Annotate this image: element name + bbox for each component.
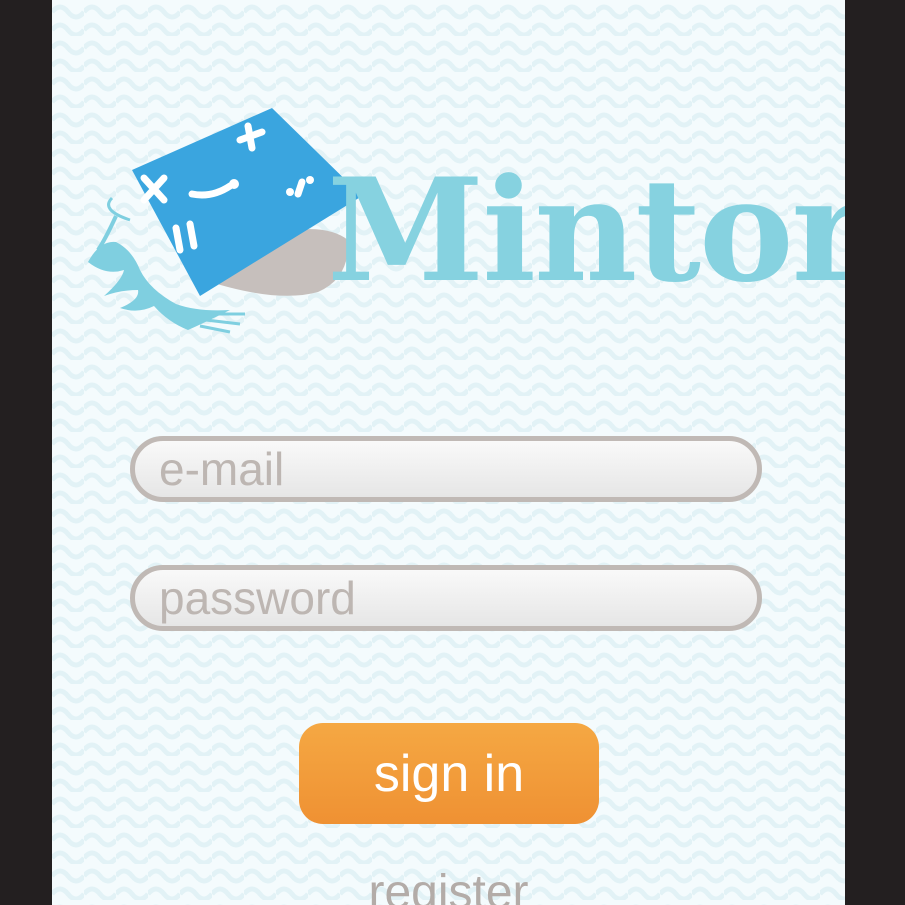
brand-name: Mintor: [327, 148, 845, 314]
register-link[interactable]: register: [52, 865, 845, 905]
sign-in-button[interactable]: sign in: [299, 723, 599, 824]
login-screen: Mintor sign in register: [52, 0, 845, 905]
password-field[interactable]: [130, 565, 762, 631]
email-field[interactable]: [130, 436, 762, 502]
app-logo: Mintor: [80, 100, 845, 340]
